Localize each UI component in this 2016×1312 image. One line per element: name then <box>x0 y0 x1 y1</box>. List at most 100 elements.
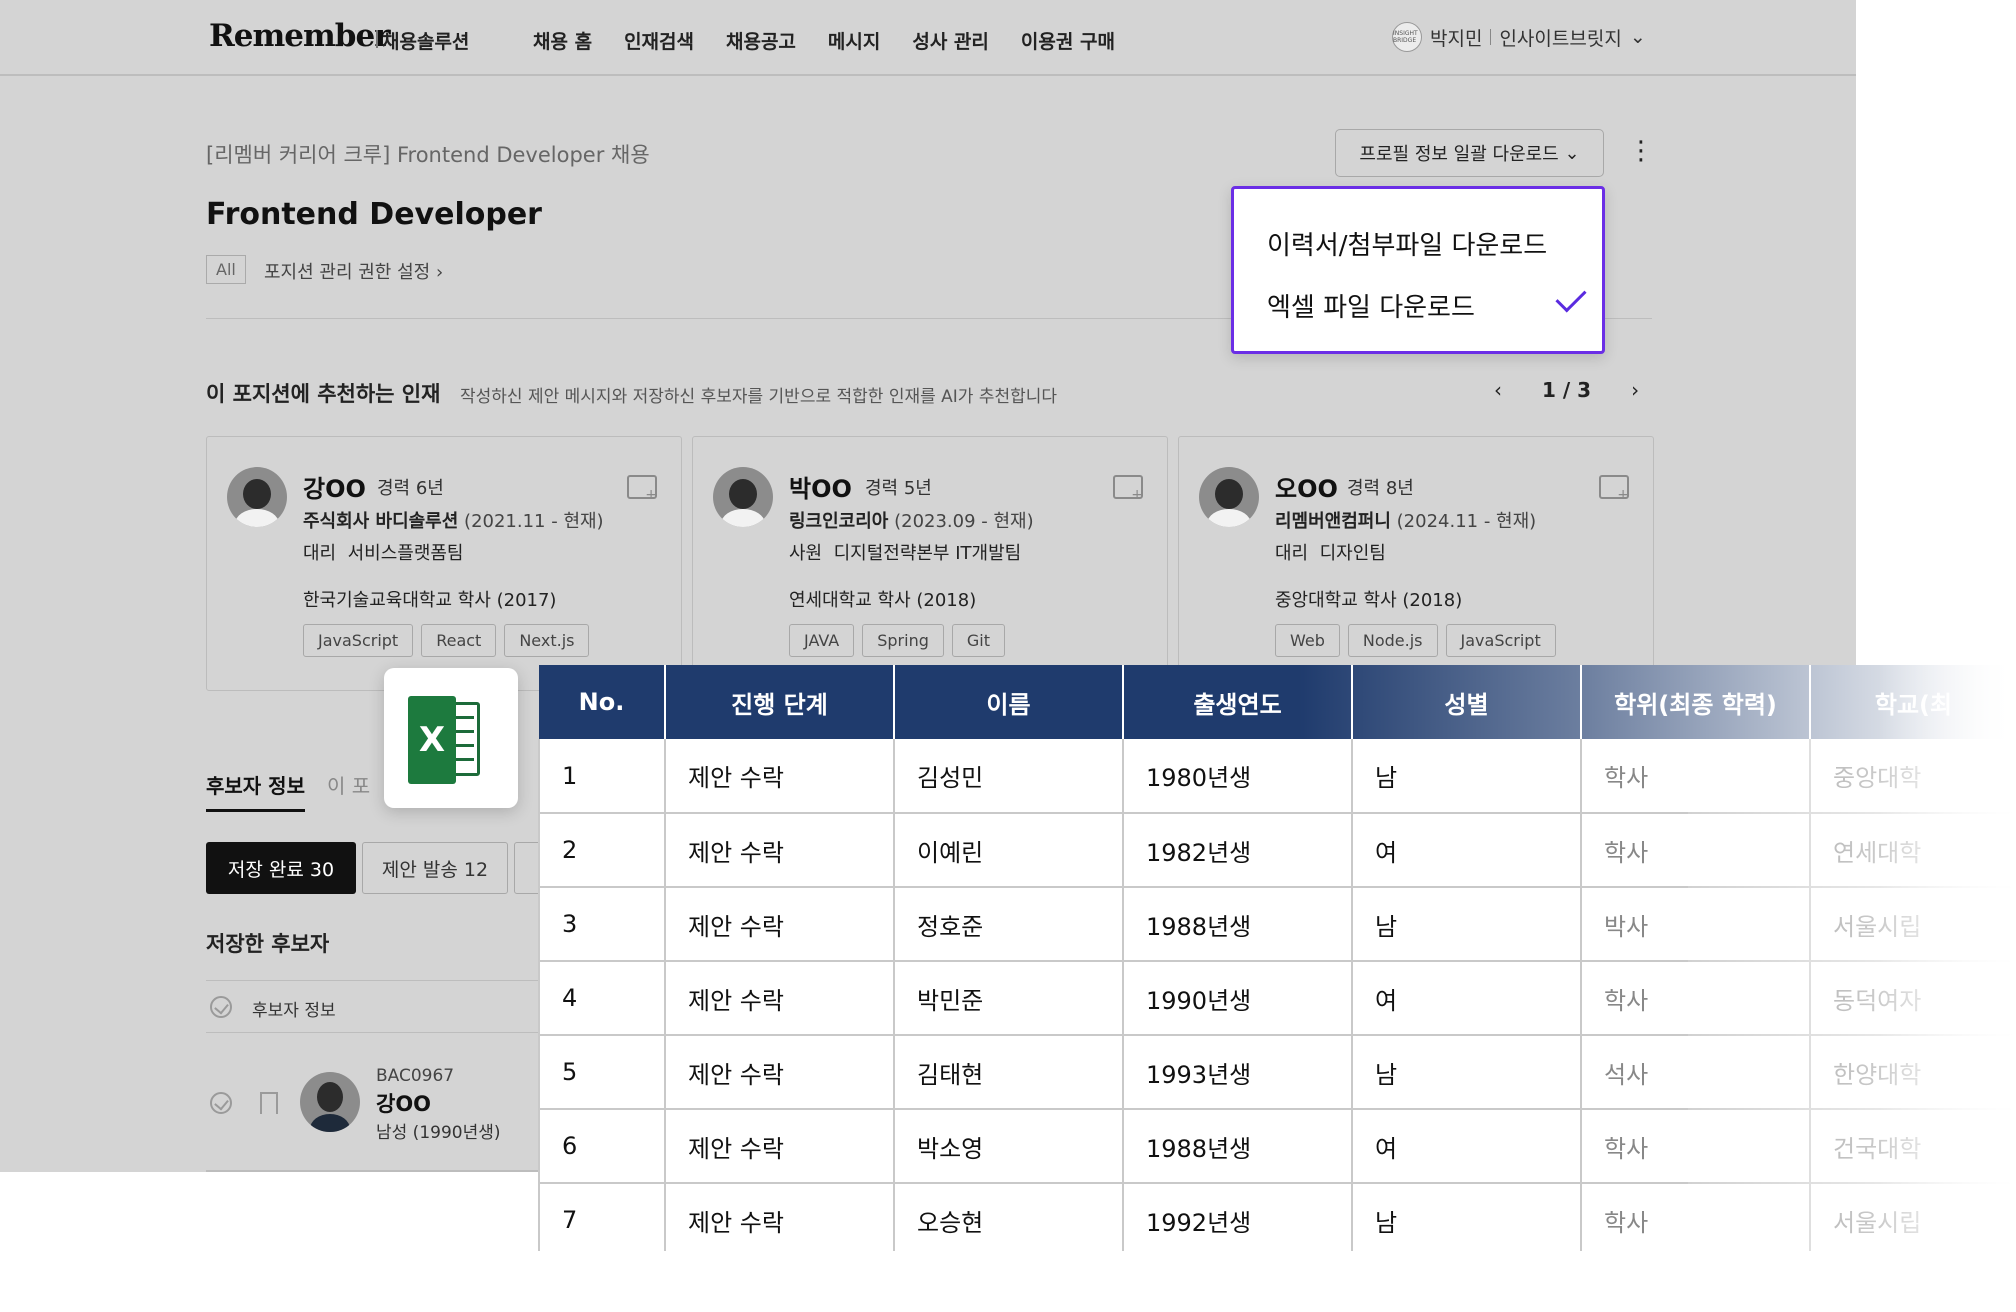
save-folder-icon[interactable] <box>627 475 657 503</box>
table-cell: 남 <box>1352 1183 1582 1251</box>
table-cell: 7 <box>538 1183 666 1251</box>
candidate-card[interactable]: 강OO 경력 6년 주식회사 바디솔루션 (2021.11 - 현재) 대리 서… <box>206 436 682 691</box>
candidate-avatar <box>713 467 773 527</box>
nav-item-talent-search[interactable]: 인재검색 <box>624 27 694 54</box>
spreadsheet-table: No. 진행 단계 이름 출생연도 성별 학위(최종 학력) 학교(최 1 제안 … <box>538 665 2016 1251</box>
select-all-check-icon[interactable] <box>210 996 232 1018</box>
candidate-id: BAC0967 <box>376 1066 455 1086</box>
chevron-left-icon[interactable]: ‹ <box>1494 378 1502 402</box>
column-header: 학위(최종 학력) <box>1581 665 1811 739</box>
candidate-card[interactable]: 오OO 경력 8년 리멤버앤컴퍼니 (2024.11 - 현재) 대리 디자인팀… <box>1178 436 1654 691</box>
table-row: 6 제안 수락 박소영 1988년생 여 학사 건국대학 <box>538 1109 2016 1184</box>
avatar <box>300 1072 360 1132</box>
candidate-name: 강OO <box>303 475 366 503</box>
candidate-company: 주식회사 바디솔루션 (2021.11 - 현재) <box>303 511 604 532</box>
table-cell: 한양대학 <box>1810 1035 2016 1110</box>
user-menu[interactable]: INSIGHT BRIDGE 박지민 인사이트브릿지 ⌄ <box>1392 22 1646 52</box>
table-cell: 정호준 <box>894 887 1124 962</box>
table-row: 4 제안 수락 박민준 1990년생 여 학사 동덕여자 <box>538 961 2016 1036</box>
table-cell: 제안 수락 <box>665 813 895 888</box>
table-cell: 4 <box>538 961 666 1036</box>
table-cell: 제안 수락 <box>665 1183 895 1251</box>
bookmark-icon[interactable] <box>260 1092 278 1114</box>
table-cell: 박사 <box>1581 887 1811 962</box>
tab-position[interactable]: 이 포 <box>327 770 370 812</box>
table-cell: 서울시립 <box>1810 1183 2016 1251</box>
row-check-icon[interactable] <box>210 1092 232 1114</box>
recommend-title: 이 포지션에 추천하는 인재 <box>206 382 441 406</box>
table-cell: 서울시립 <box>1810 887 2016 962</box>
divider <box>206 980 546 981</box>
skill-tag: JavaScript <box>303 624 414 657</box>
table-cell: 제안 수락 <box>665 961 895 1036</box>
column-header: 출생연도 <box>1123 665 1353 739</box>
table-cell: 1988년생 <box>1123 1109 1353 1184</box>
nav-item-hire-management[interactable]: 성사 관리 <box>912 27 989 54</box>
save-folder-icon[interactable] <box>1599 475 1629 503</box>
candidate-avatar <box>1199 467 1259 527</box>
nav-item-home[interactable]: 채용 홈 <box>533 27 592 54</box>
table-cell: 학사 <box>1581 739 1811 814</box>
table-cell: 김성민 <box>894 739 1124 814</box>
bulk-download-button[interactable]: 프로필 정보 일괄 다운로드 ⌄ <box>1335 129 1604 177</box>
tab-candidate-info[interactable]: 후보자 정보 <box>206 770 305 812</box>
divider <box>206 1170 546 1172</box>
user-name: 박지민 <box>1430 27 1483 50</box>
column-header: 이름 <box>894 665 1124 739</box>
table-cell: 연세대학 <box>1810 813 2016 888</box>
recommend-description: 작성하신 제안 메시지와 저장하신 후보자를 기반으로 적합한 인재를 AI가 … <box>460 387 1058 407</box>
candidate-tabs: 후보자 정보 이 포 인 <box>206 770 411 812</box>
table-cell: 학사 <box>1581 961 1811 1036</box>
menu-item-excel-download[interactable]: 엑셀 파일 다운로드 <box>1267 287 1475 324</box>
chevron-right-icon: › <box>435 262 444 283</box>
table-cell: 5 <box>538 1035 666 1110</box>
nav-item-purchase[interactable]: 이용권 구매 <box>1021 27 1115 54</box>
table-cell: 제안 수락 <box>665 1035 895 1110</box>
filter-chip-saved[interactable]: 저장 완료 30 <box>206 842 356 894</box>
menu-item-resume-download[interactable]: 이력서/첨부파일 다운로드 <box>1267 225 1547 262</box>
table-cell: 오승현 <box>894 1183 1124 1251</box>
skill-tags: JavaScript React Next.js <box>303 624 590 657</box>
candidate-name: 오OO <box>1275 475 1338 503</box>
table-cell: 학사 <box>1581 813 1811 888</box>
main-nav: 채용 홈 인재검색 채용공고 메시지 성사 관리 이용권 구매 <box>533 27 1115 54</box>
table-cell: 여 <box>1352 961 1582 1036</box>
bulk-download-label: 프로필 정보 일괄 다운로드 <box>1359 144 1559 165</box>
table-cell: 2 <box>538 813 666 888</box>
excel-x-glyph: X <box>408 696 456 784</box>
skill-tags: Web Node.js JavaScript <box>1275 624 1556 657</box>
chevron-down-icon: ⌄ <box>1629 26 1646 48</box>
saved-candidates-title: 저장한 후보자 <box>206 932 330 956</box>
candidate-card[interactable]: 박OO 경력 5년 링크인코리아 (2023.09 - 현재) 사원 디지털전략… <box>692 436 1168 691</box>
table-cell: 제안 수락 <box>665 1109 895 1184</box>
chevron-right-icon[interactable]: › <box>1631 378 1639 402</box>
filter-chip-proposed[interactable]: 제안 발송 12 <box>362 842 508 894</box>
more-options-icon[interactable]: ⋮ <box>1628 136 1654 166</box>
table-cell: 남 <box>1352 739 1582 814</box>
table-cell: 여 <box>1352 1109 1582 1184</box>
candidate-name[interactable]: 강OO <box>376 1088 431 1118</box>
candidate-avatar <box>227 467 287 527</box>
table-cell: 1992년생 <box>1123 1183 1353 1251</box>
remember-logo[interactable]: Remember <box>209 18 391 54</box>
checkmark-icon <box>1555 281 1587 313</box>
skill-tag: React <box>421 624 497 657</box>
logo-divider <box>376 30 378 48</box>
table-row: 2 제안 수락 이예린 1982년생 여 학사 연세대학 <box>538 813 2016 888</box>
table-row: 7 제안 수락 오승현 1992년생 남 학사 서울시립 <box>538 1183 2016 1251</box>
table-cell: 김태현 <box>894 1035 1124 1110</box>
nav-item-job-posting[interactable]: 채용공고 <box>726 27 796 54</box>
permission-settings-link[interactable]: 포지션 관리 권한 설정 › <box>264 258 443 284</box>
table-cell: 중앙대학 <box>1810 739 2016 814</box>
candidate-career: 경력 8년 <box>1347 478 1414 499</box>
skill-tag: JavaScript <box>1445 624 1556 657</box>
table-cell: 박소영 <box>894 1109 1124 1184</box>
logo-subtitle: 채용솔루션 <box>382 31 470 53</box>
save-folder-icon[interactable] <box>1113 475 1143 503</box>
nav-item-messages[interactable]: 메시지 <box>828 27 880 54</box>
table-cell: 박민준 <box>894 961 1124 1036</box>
table-cell: 건국대학 <box>1810 1109 2016 1184</box>
table-row: 3 제안 수락 정호준 1988년생 남 박사 서울시립 <box>538 887 2016 962</box>
candidate-education: 연세대학교 학사 (2018) <box>789 590 977 611</box>
skill-tag: Web <box>1275 624 1340 657</box>
